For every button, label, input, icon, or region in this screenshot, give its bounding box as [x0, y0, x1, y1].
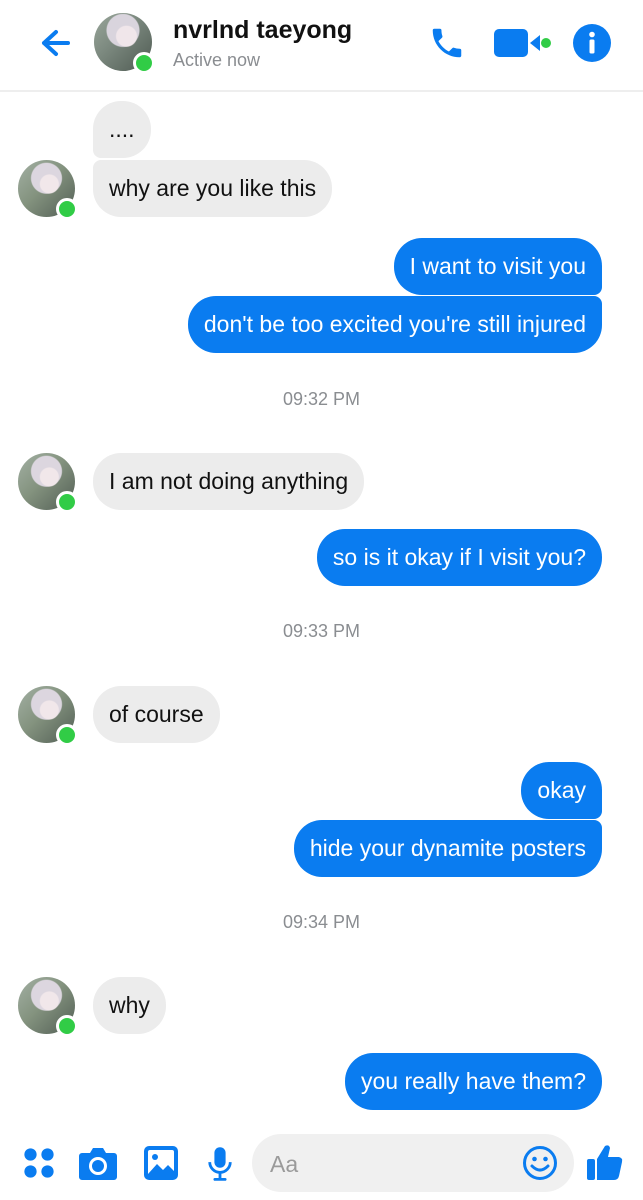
outgoing-message[interactable]: hide your dynamite posters [293, 820, 602, 877]
incoming-message[interactable]: of course [93, 686, 220, 743]
online-status-dot [133, 52, 155, 74]
online-status-dot [56, 724, 78, 746]
info-icon[interactable] [572, 23, 612, 63]
contact-name[interactable]: nvrlnd taeyong [173, 16, 352, 45]
outgoing-message[interactable]: don't be too excited you're still injure… [187, 296, 602, 353]
online-status-dot [56, 491, 78, 513]
incoming-message[interactable]: why are you like this [93, 160, 333, 217]
outgoing-message[interactable]: I want to visit you [393, 238, 602, 295]
contact-avatar[interactable] [18, 977, 78, 1037]
back-arrow-icon[interactable] [36, 24, 74, 62]
apps-icon[interactable] [22, 1146, 56, 1180]
outgoing-message[interactable]: so is it okay if I visit you? [316, 529, 602, 586]
incoming-message[interactable]: I am not doing anything [93, 453, 365, 510]
camera-icon[interactable] [78, 1145, 118, 1181]
incoming-message[interactable]: .... [93, 101, 151, 158]
gallery-icon[interactable] [143, 1145, 179, 1181]
outgoing-message[interactable]: okay [521, 762, 602, 819]
video-camera-icon[interactable] [492, 26, 554, 60]
phone-icon[interactable] [428, 24, 466, 62]
incoming-message[interactable]: why [93, 977, 166, 1034]
message-input[interactable] [268, 1134, 512, 1194]
outgoing-message[interactable]: you really have them? [344, 1053, 602, 1110]
emoji-icon[interactable] [522, 1145, 558, 1181]
message-timestamp: 09:33 PM [282, 621, 361, 641]
online-status-dot [56, 1015, 78, 1037]
message-input-wrapper [252, 1134, 574, 1194]
contact-avatar[interactable] [18, 686, 78, 746]
contact-avatar[interactable] [18, 160, 78, 220]
contact-avatar[interactable] [94, 13, 155, 74]
thumbs-up-icon[interactable] [585, 1142, 625, 1182]
message-composer [0, 1130, 643, 1200]
message-timestamp: 09:32 PM [282, 389, 361, 409]
message-timestamp: 09:34 PM [282, 912, 361, 932]
contact-avatar[interactable] [18, 453, 78, 513]
conversation-header: nvrlnd taeyong Active now [0, 0, 643, 92]
contact-status: Active now [173, 50, 261, 70]
online-status-dot [56, 198, 78, 220]
microphone-icon[interactable] [206, 1144, 234, 1184]
